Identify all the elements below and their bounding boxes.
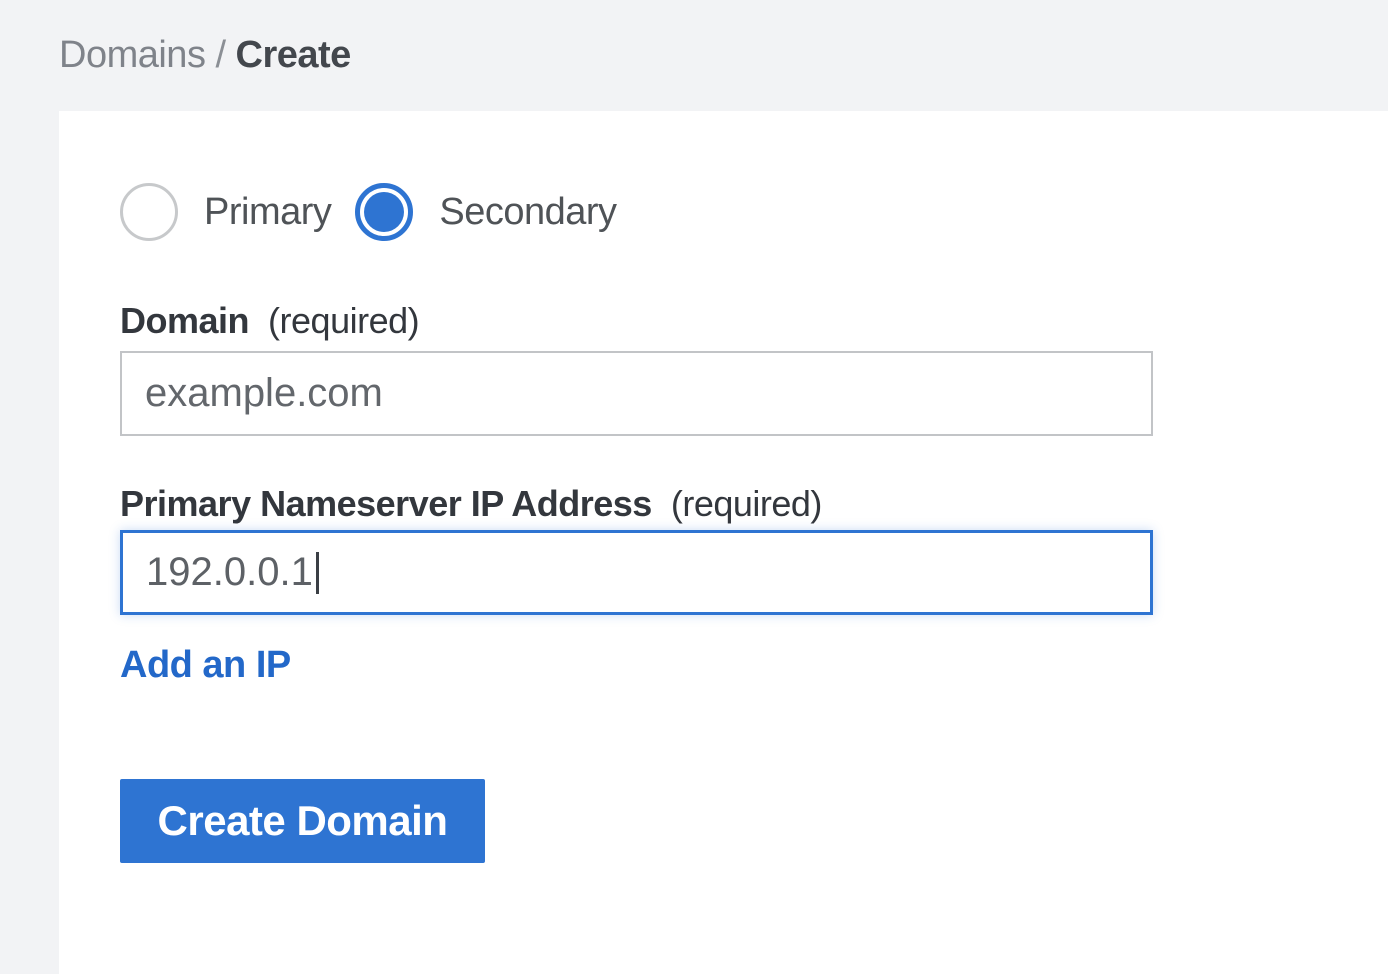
ip-field-label-text: Primary Nameserver IP Address xyxy=(120,483,652,524)
domain-field-label-text: Domain xyxy=(120,300,249,341)
ip-input-value: 192.0.0.1 xyxy=(146,550,313,595)
primary-nameserver-ip-input[interactable]: 192.0.0.1 xyxy=(120,530,1153,615)
page-title: Create xyxy=(236,34,351,76)
radio-selected-icon[interactable] xyxy=(355,183,413,241)
radio-option-primary-label[interactable]: Primary xyxy=(204,191,331,234)
text-caret xyxy=(316,552,319,594)
domain-field-required-text: (required) xyxy=(268,300,419,341)
domain-field-required-hint xyxy=(259,300,269,341)
ip-field-required-text: (required) xyxy=(671,483,822,524)
breadcrumb-separator: / xyxy=(205,34,235,76)
add-ip-link[interactable]: Add an IP xyxy=(120,643,291,687)
breadcrumb-domains-link[interactable]: Domains xyxy=(59,34,205,76)
radio-option-secondary-label[interactable]: Secondary xyxy=(439,191,616,234)
radio-unselected-icon[interactable] xyxy=(120,183,178,241)
breadcrumb: Domains/Create xyxy=(59,34,351,77)
ip-field-required-hint xyxy=(661,483,671,524)
create-domain-card: Primary Secondary Domain (required) Prim… xyxy=(59,111,1388,974)
domain-type-radio-group: Primary Secondary xyxy=(120,183,1388,241)
create-domain-button[interactable]: Create Domain xyxy=(120,779,485,863)
radio-option-primary[interactable]: Primary xyxy=(120,183,331,241)
domain-field-label: Domain (required) xyxy=(120,299,1388,343)
domain-input[interactable] xyxy=(120,351,1153,436)
radio-option-secondary[interactable]: Secondary xyxy=(355,183,616,241)
ip-field-label: Primary Nameserver IP Address (required) xyxy=(120,482,1388,526)
page-header: Domains/Create xyxy=(0,0,1388,111)
